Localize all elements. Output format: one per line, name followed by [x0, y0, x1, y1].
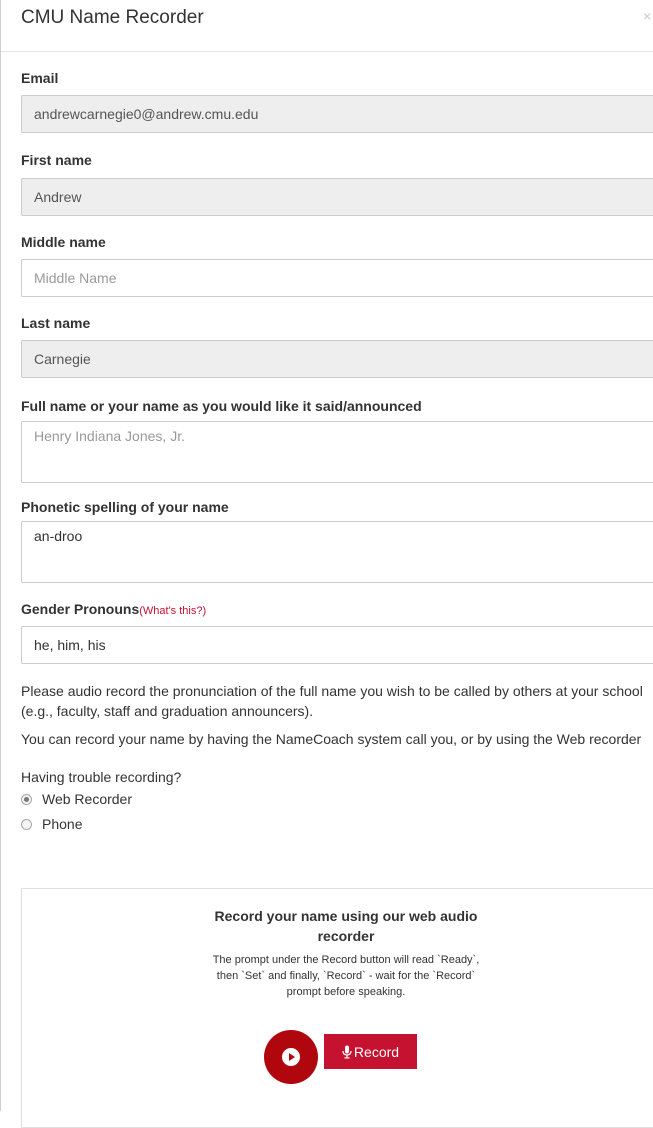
- last-name-label: Last name: [21, 315, 91, 331]
- radio-button-checked[interactable]: [21, 793, 32, 805]
- name-recorder-modal: CMU Name Recorder × Email andrewcarnegie…: [0, 0, 653, 1128]
- middle-name-label: Middle name: [21, 234, 106, 250]
- radio-web-recorder-label: Web Recorder: [42, 791, 133, 807]
- pronouns-label-text: Gender Pronouns: [21, 601, 140, 617]
- email-field[interactable]: andrewcarnegie0@andrew.cmu.edu: [21, 95, 653, 133]
- play-triangle: [289, 1053, 295, 1061]
- middle-name-field[interactable]: Middle Name: [21, 259, 653, 297]
- full-name-textarea[interactable]: Henry Indiana Jones, Jr.: [21, 421, 653, 483]
- radio-web-recorder[interactable]: Web Recorder: [21, 791, 132, 807]
- microphone-icon: [342, 1045, 352, 1058]
- first-name-field[interactable]: Andrew: [21, 178, 653, 216]
- whats-this-link[interactable]: (What's this?): [139, 605, 206, 617]
- full-name-label: Full name or your name as you would like…: [21, 398, 422, 414]
- close-icon[interactable]: ×: [643, 8, 653, 24]
- phonetic-textarea[interactable]: an-droo: [21, 521, 653, 583]
- phonetic-label: Phonetic spelling of your name: [21, 499, 229, 515]
- radio-phone-label: Phone: [42, 816, 83, 832]
- radio-button[interactable]: [21, 818, 32, 830]
- record-button-label: Record: [353, 1043, 400, 1060]
- modal-header: CMU Name Recorder ×: [1, 0, 653, 52]
- modal-title: CMU Name Recorder: [21, 7, 204, 28]
- instructions-paragraph-1: Please audio record the pronunciation of…: [21, 683, 643, 719]
- record-button[interactable]: Record: [324, 1034, 417, 1069]
- last-name-field[interactable]: Carnegie: [21, 340, 653, 378]
- pronouns-field[interactable]: he, him, his: [21, 626, 653, 664]
- trouble-recording-link[interactable]: Having trouble recording?: [21, 767, 651, 787]
- recorder-title: Record your name using our web audio rec…: [214, 908, 478, 944]
- first-name-label: First name: [21, 152, 92, 168]
- pronouns-label: Gender Pronouns(What's this?): [21, 601, 206, 617]
- email-label: Email: [21, 70, 59, 86]
- recorder-description-wrap: The prompt under the Record button will …: [22, 952, 653, 1000]
- recorder-description: The prompt under the Record button will …: [212, 954, 480, 998]
- radio-phone[interactable]: Phone: [21, 816, 82, 832]
- phonetic-value: an-droo: [34, 528, 83, 544]
- recorder-title-wrap: Record your name using our web audio rec…: [22, 906, 653, 946]
- full-name-placeholder: Henry Indiana Jones, Jr.: [34, 428, 185, 444]
- instructions-paragraph-2: You can record your name by having the N…: [21, 731, 642, 747]
- play-button[interactable]: [264, 1030, 318, 1084]
- web-recorder-panel: Record your name using our web audio rec…: [21, 888, 653, 1128]
